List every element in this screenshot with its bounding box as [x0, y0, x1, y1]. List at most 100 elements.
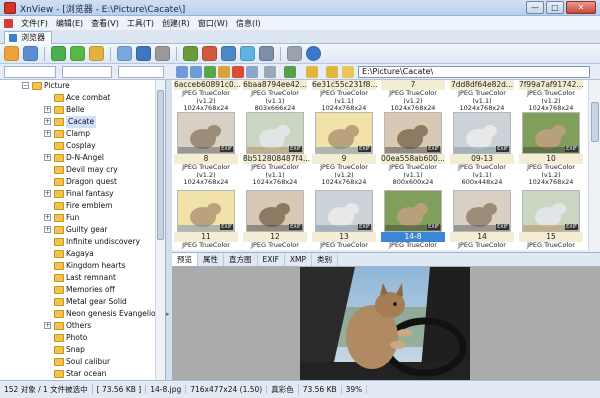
expand-icon[interactable]: +	[44, 106, 51, 113]
thumbnail-card[interactable]: 6e31c55c231f8... JPEG TrueColor (v1.1) 102…	[312, 80, 378, 113]
web-icon[interactable]	[240, 46, 255, 61]
folder-icon	[54, 118, 64, 126]
expand-icon[interactable]: +	[44, 130, 51, 137]
thumbnail-card[interactable]: EXIF11JPEG TrueColor (v1.2)	[174, 190, 238, 250]
up-folder-icon[interactable]	[204, 66, 216, 78]
tree-item-label: Guilty gear	[66, 225, 108, 234]
collapse-arrow-icon[interactable]: ▸	[166, 310, 170, 318]
thumbnail-card[interactable]: EXIF14-8JPEG TrueColor (v1.1)	[381, 190, 445, 250]
expand-icon[interactable]: +	[44, 214, 51, 221]
title-bar: XnView - [浏览器 - E:\Picture\Cacate\] — □ …	[0, 0, 600, 16]
close-button[interactable]: ✕	[566, 1, 596, 14]
thumbnail-card[interactable]: EXIF 09-13 JPEG TrueColor (v1.1) 600x448x24	[450, 112, 514, 187]
print-icon[interactable]	[155, 46, 170, 61]
thumbnail-format: JPEG TrueColor (v1.2)	[182, 89, 230, 105]
menu-create[interactable]: 创建(R)	[162, 18, 190, 29]
tree-item-label: Soul calibur	[66, 357, 111, 366]
star-icon[interactable]	[342, 66, 354, 78]
menu-view[interactable]: 查看(V)	[91, 18, 119, 29]
category-selector[interactable]	[118, 66, 164, 78]
tab-category[interactable]: 类别	[312, 253, 339, 266]
thumbnail-card[interactable]: EXIF 8b512808487f4... JPEG TrueColor (v1.1…	[243, 112, 310, 187]
view-mode-icon[interactable]	[23, 46, 38, 61]
expand-icon[interactable]: +	[44, 190, 51, 197]
exif-badge: EXIF	[289, 146, 302, 152]
thumbnail-format: JPEG TrueColor (v1.2)	[251, 241, 299, 250]
reload-icon[interactable]	[70, 46, 85, 61]
save-icon[interactable]	[136, 46, 151, 61]
address-input[interactable]: E:\Picture\Cacate\	[358, 66, 590, 78]
tab-histogram[interactable]: 直方图	[224, 253, 258, 266]
expand-icon[interactable]: +	[44, 322, 51, 329]
maximize-button[interactable]: □	[546, 1, 564, 14]
grid-scroll-thumb[interactable]	[591, 102, 599, 142]
thumbnail-card[interactable]: 6baa8794ee42... JPEG TrueColor (v1.1) 803x…	[243, 80, 307, 113]
delete-icon[interactable]	[232, 66, 244, 78]
sort-icon[interactable]	[284, 66, 296, 78]
thumbnail-card[interactable]: EXIF 9 JPEG TrueColor (v1.2) 1024x768x24	[312, 112, 376, 187]
thumbnail-card[interactable]: 6acceb60891c0... JPEG TrueColor (v1.2) 102…	[174, 80, 241, 113]
expand-icon[interactable]: +	[44, 154, 51, 161]
back-arrow-icon[interactable]	[176, 66, 188, 78]
cut-icon[interactable]	[246, 66, 258, 78]
tree-item-label: Cacate	[66, 116, 97, 128]
thumbnail-card[interactable]: 7 JPEG TrueColor (v1.2) 1024x768x24	[381, 80, 445, 113]
menu-info[interactable]: 信息(I)	[236, 18, 261, 29]
tree-item-label: D-N-Angel	[66, 153, 104, 162]
thumbnail-card[interactable]: 7dd8df64e82d... JPEG TrueColor (v1.1) 1024…	[450, 80, 514, 113]
tree-item-label: Fun	[66, 213, 80, 222]
expand-icon[interactable]: +	[44, 226, 51, 233]
collapse-icon[interactable]: −	[22, 82, 29, 89]
capture-icon[interactable]	[221, 46, 236, 61]
thumbnail-card[interactable]: EXIF 00ea558ab600... JPEG TrueColor (v1.1)…	[381, 112, 445, 187]
thumbnail-format: JPEG TrueColor (v1.2)	[389, 89, 437, 105]
menu-tools[interactable]: 工具(T)	[127, 18, 154, 29]
tab-xmp[interactable]: XMP	[285, 253, 313, 266]
tree-scrollbar[interactable]	[155, 80, 165, 380]
thumbnail-card[interactable]: 7f99a7af91742... JPEG TrueColor (v1.2) 102…	[519, 80, 584, 113]
thumbnail-format: JPEG TrueColor (v1.1)	[251, 89, 299, 105]
info-icon[interactable]	[306, 46, 321, 61]
thumbnail-card[interactable]: EXIF12JPEG TrueColor (v1.2)	[243, 190, 307, 250]
minimize-button[interactable]: —	[526, 1, 544, 14]
tree-item-label: Kagaya	[66, 249, 94, 258]
forward-arrow-icon[interactable]	[190, 66, 202, 78]
folder-icon[interactable]	[89, 46, 104, 61]
menu-edit[interactable]: 编辑(E)	[56, 18, 83, 29]
tab-browser-label: 浏览器	[21, 33, 45, 42]
favorites-selector[interactable]	[62, 66, 112, 78]
menu-file[interactable]: 文件(F)	[21, 18, 48, 29]
menu-window[interactable]: 窗口(W)	[198, 18, 228, 29]
thumbnail-card[interactable]: EXIF 10 JPEG TrueColor (v1.2) 1024x768x24	[519, 112, 583, 187]
tab-preview[interactable]: 预览	[172, 253, 198, 266]
thumbnail-card[interactable]: EXIF 8 JPEG TrueColor (v1.2) 1024x768x24	[174, 112, 238, 187]
expand-icon[interactable]: +	[44, 118, 51, 125]
grid-scrollbar[interactable]	[588, 80, 600, 250]
slideshow-icon[interactable]	[202, 46, 217, 61]
tab-browser[interactable]: 浏览器	[4, 31, 52, 44]
convert-icon[interactable]	[183, 46, 198, 61]
tree-scroll-thumb[interactable]	[157, 90, 164, 240]
grid-view-icon[interactable]	[264, 66, 276, 78]
folder-icon	[54, 238, 64, 246]
drive-selector[interactable]	[4, 66, 56, 78]
rating-star-icon[interactable]	[326, 66, 338, 78]
tree-item-label: Devil may cry	[66, 165, 118, 174]
exif-badge: EXIF	[427, 146, 440, 152]
filter-icon[interactable]	[306, 66, 318, 78]
refresh-icon[interactable]	[51, 46, 66, 61]
tab-properties[interactable]: 属性	[198, 253, 224, 266]
main-toolbar	[0, 44, 600, 64]
copy-icon[interactable]	[218, 66, 230, 78]
fullscreen-icon[interactable]	[4, 46, 19, 61]
thumbnail-size: 800x600x24	[392, 178, 434, 186]
open-icon[interactable]	[117, 46, 132, 61]
thumbnail-image: EXIF	[522, 190, 580, 232]
thumbnail-card[interactable]: EXIF13JPEG TrueColor (v1.2)	[312, 190, 376, 250]
thumbnail-card[interactable]: EXIF14JPEG TrueColor (v1.2)	[450, 190, 514, 250]
preview-tab-strip: 预览 属性 直方图 EXIF XMP 类别	[172, 252, 600, 267]
tab-exif[interactable]: EXIF	[258, 253, 285, 266]
thumbnail-card[interactable]: EXIF15JPEG TrueColor (v1.2)	[519, 190, 583, 250]
settings-gear-icon[interactable]	[287, 46, 302, 61]
screen-icon[interactable]	[259, 46, 274, 61]
